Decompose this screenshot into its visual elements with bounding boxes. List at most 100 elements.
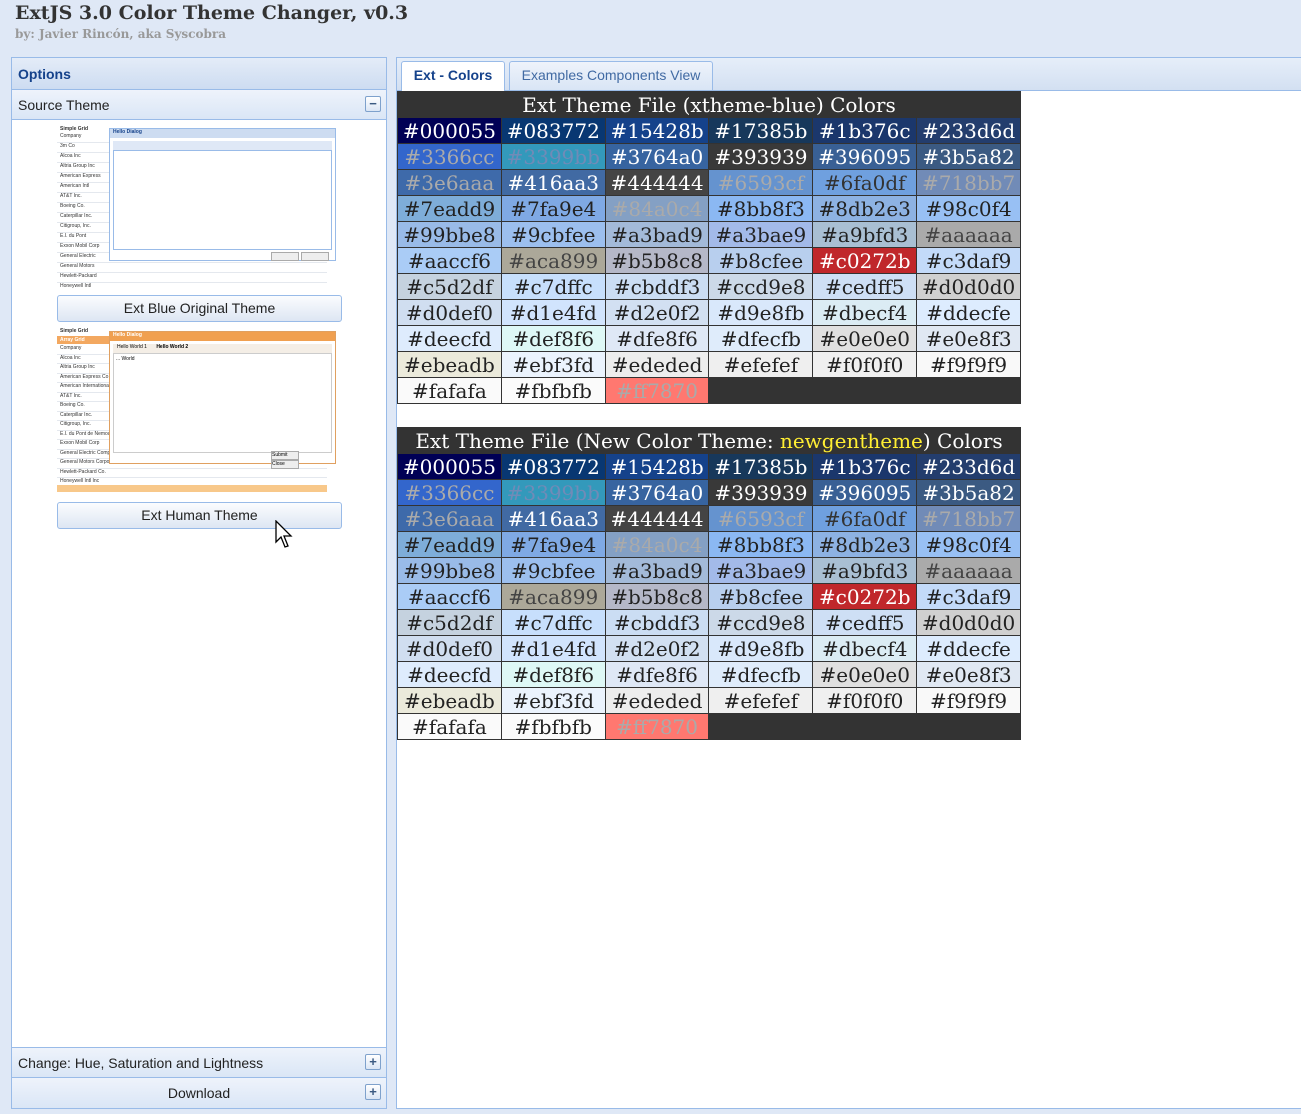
color-swatch[interactable]: #a3bad9 [604, 221, 710, 248]
color-swatch[interactable]: #3366cc [397, 143, 502, 170]
color-swatch[interactable]: #b8cfee [708, 583, 814, 610]
color-swatch[interactable]: #7eadd9 [397, 531, 502, 558]
color-swatch[interactable]: #9cbfee [500, 557, 606, 584]
color-swatch[interactable]: #3764a0 [604, 143, 710, 170]
color-swatch[interactable]: #c3daf9 [916, 583, 1021, 610]
color-swatch[interactable]: #ccd9e8 [708, 273, 814, 300]
color-swatch[interactable]: #c0272b [812, 247, 918, 274]
color-swatch[interactable]: #3366cc [397, 479, 502, 506]
color-swatch[interactable]: #a3bae9 [708, 221, 814, 248]
color-swatch[interactable]: #b5b8c8 [604, 247, 710, 274]
color-swatch[interactable]: #396095 [812, 143, 918, 170]
color-swatch[interactable]: #e0e0e0 [812, 661, 918, 688]
color-swatch[interactable]: #e0e0e0 [812, 325, 918, 352]
color-swatch[interactable]: #c0272b [812, 583, 918, 610]
color-swatch[interactable]: #ededed [604, 351, 710, 378]
expand-icon[interactable]: + [365, 1054, 381, 1070]
color-swatch[interactable]: #e0e8f3 [916, 661, 1021, 688]
color-swatch[interactable]: #84a0c4 [604, 195, 710, 222]
color-swatch[interactable]: #3b5a82 [916, 143, 1021, 170]
color-swatch[interactable]: #1b376c [812, 117, 918, 144]
color-swatch[interactable]: #8db2e3 [812, 531, 918, 558]
color-swatch[interactable]: #000055 [397, 453, 502, 480]
color-swatch[interactable]: #f0f0f0 [812, 351, 918, 378]
color-swatch[interactable]: #444444 [604, 505, 710, 532]
color-swatch[interactable]: #cedff5 [812, 273, 918, 300]
color-swatch[interactable]: #cbddf3 [604, 273, 710, 300]
color-swatch[interactable]: #b8cfee [708, 247, 814, 274]
color-swatch[interactable]: #d0def0 [397, 299, 502, 326]
color-swatch[interactable]: #dfecfb [708, 661, 814, 688]
color-swatch[interactable]: #ebf3fd [500, 351, 606, 378]
color-swatch[interactable]: #ddecfe [916, 299, 1021, 326]
color-swatch[interactable]: #a3bad9 [604, 557, 710, 584]
color-swatch[interactable]: #396095 [812, 479, 918, 506]
color-swatch[interactable]: #083772 [500, 453, 606, 480]
color-swatch[interactable]: #3399bb [500, 479, 606, 506]
source-theme-header[interactable]: Source Theme − [12, 90, 386, 120]
color-swatch[interactable]: #efefef [708, 351, 814, 378]
color-swatch[interactable]: #c3daf9 [916, 247, 1021, 274]
color-swatch[interactable]: #f9f9f9 [916, 351, 1021, 378]
color-swatch[interactable]: #c5d2df [397, 273, 502, 300]
color-swatch[interactable]: #d2e0f2 [604, 299, 710, 326]
color-swatch[interactable]: #3764a0 [604, 479, 710, 506]
color-swatch[interactable]: #fbfbfb [500, 377, 606, 404]
color-swatch[interactable]: #c7dffc [500, 609, 606, 636]
color-swatch[interactable]: #1b376c [812, 453, 918, 480]
color-swatch[interactable]: #d9e8fb [708, 299, 814, 326]
tab-examples-components[interactable]: Examples Components View [509, 61, 713, 90]
color-swatch[interactable]: #98c0f4 [916, 531, 1021, 558]
color-swatch[interactable]: #ff7870 [604, 713, 710, 740]
color-swatch[interactable]: #ff7870 [604, 377, 710, 404]
color-swatch[interactable]: #ebeadb [397, 687, 502, 714]
download-section-header[interactable]: Download + [12, 1078, 386, 1108]
color-swatch[interactable]: #d0d0d0 [916, 273, 1021, 300]
color-swatch[interactable]: #dfecfb [708, 325, 814, 352]
color-swatch[interactable]: #8db2e3 [812, 195, 918, 222]
color-swatch[interactable]: #393939 [708, 143, 814, 170]
color-swatch[interactable]: #17385b [708, 117, 814, 144]
color-swatch[interactable]: #cedff5 [812, 609, 918, 636]
color-swatch[interactable]: #fafafa [397, 377, 502, 404]
expand-icon[interactable]: + [365, 1084, 381, 1100]
color-swatch[interactable]: #7fa9e4 [500, 195, 606, 222]
color-swatch[interactable]: #c5d2df [397, 609, 502, 636]
color-swatch[interactable]: #aaaaaa [916, 557, 1021, 584]
color-swatch[interactable]: #deecfd [397, 661, 502, 688]
color-swatch[interactable]: #fbfbfb [500, 713, 606, 740]
color-swatch[interactable]: #718bb7 [916, 505, 1021, 532]
color-swatch[interactable]: #7fa9e4 [500, 531, 606, 558]
color-swatch[interactable]: #233d6d [916, 453, 1021, 480]
color-swatch[interactable]: #8bb8f3 [708, 531, 814, 558]
color-swatch[interactable]: #3e6aaa [397, 505, 502, 532]
color-swatch[interactable]: #8bb8f3 [708, 195, 814, 222]
color-swatch[interactable]: #233d6d [916, 117, 1021, 144]
color-swatch[interactable]: #a9bfd3 [812, 221, 918, 248]
color-swatch[interactable]: #fafafa [397, 713, 502, 740]
color-swatch[interactable]: #9cbfee [500, 221, 606, 248]
tab-ext-colors[interactable]: Ext - Colors [401, 61, 505, 91]
hsl-section-header[interactable]: Change: Hue, Saturation and Lightness + [12, 1048, 386, 1078]
color-swatch[interactable]: #000055 [397, 117, 502, 144]
color-swatch[interactable]: #3b5a82 [916, 479, 1021, 506]
color-swatch[interactable]: #aaaaaa [916, 221, 1021, 248]
color-swatch[interactable]: #444444 [604, 169, 710, 196]
color-swatch[interactable]: #ebf3fd [500, 687, 606, 714]
color-swatch[interactable]: #393939 [708, 479, 814, 506]
color-swatch[interactable]: #dbecf4 [812, 635, 918, 662]
color-swatch[interactable]: #d0d0d0 [916, 609, 1021, 636]
color-swatch[interactable]: #dfe8f6 [604, 325, 710, 352]
color-swatch[interactable]: #6593cf [708, 505, 814, 532]
human-theme-thumbnail[interactable]: Simple Grid Array Grid Company Alcoa Inc A… [57, 327, 339, 495]
color-swatch[interactable]: #98c0f4 [916, 195, 1021, 222]
color-swatch[interactable]: #def8f6 [500, 325, 606, 352]
color-swatch[interactable]: #ebeadb [397, 351, 502, 378]
color-swatch[interactable]: #f9f9f9 [916, 687, 1021, 714]
color-swatch[interactable]: #efefef [708, 687, 814, 714]
blue-theme-thumbnail[interactable]: Simple Grid Company 3m Co Alcoa Inc Altria … [57, 124, 339, 292]
color-swatch[interactable]: #84a0c4 [604, 531, 710, 558]
color-swatch[interactable]: #e0e8f3 [916, 325, 1021, 352]
color-swatch[interactable]: #def8f6 [500, 661, 606, 688]
color-swatch[interactable]: #c7dffc [500, 273, 606, 300]
